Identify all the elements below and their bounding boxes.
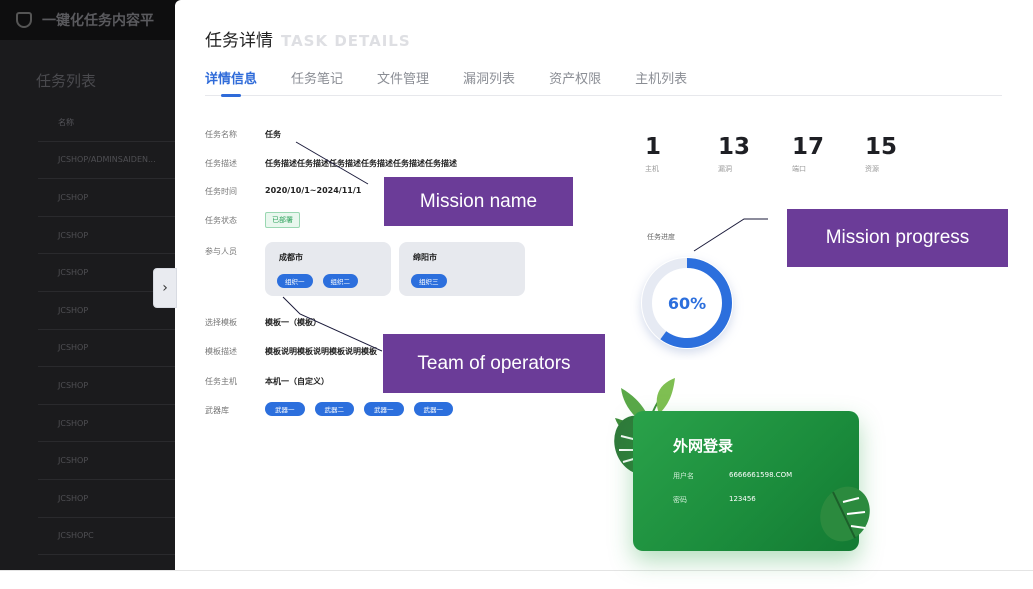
table-row[interactable]: JCSHOP	[38, 330, 183, 368]
team-members: 组织三	[411, 274, 447, 288]
drawer-title-cn: 任务详情	[205, 31, 273, 51]
host-value: 本机一（自定义）	[265, 377, 329, 386]
stat-value: 17	[792, 134, 825, 160]
template-value: 模板一（模板）	[265, 318, 321, 327]
team-card: 绵阳市 组织三	[399, 242, 525, 296]
stat-hosts: 1 主机	[645, 134, 661, 174]
status-badge: 已部署	[265, 212, 300, 228]
tab-vulnerabilities[interactable]: 漏洞列表	[463, 68, 515, 96]
login-user-value: 6666661598.COM	[729, 471, 793, 479]
tab-details[interactable]: 详情信息	[205, 68, 257, 97]
monstera-leaf-icon	[820, 486, 870, 542]
task-desc-value: 任务描述任务描述任务描述任务描述任务描述任务描述	[265, 159, 457, 168]
stat-vulnerabilities: 13 漏洞	[718, 134, 750, 174]
task-details-drawer: 任务详情 TASK DETAILS 详情信息 任务笔记 文件管理 漏洞列表 资产…	[175, 0, 1023, 570]
background-app-title: 一键化任务内容平	[42, 13, 154, 29]
stat-label: 端口	[792, 165, 806, 173]
login-card-title: 外网登录	[673, 437, 734, 455]
background-task-list: 名称 JCSHOP/ADMINSAIDEN... JCSHOP JCSHOP J…	[38, 104, 183, 556]
table-row[interactable]: JCSHOPC	[38, 518, 183, 556]
tab-files[interactable]: 文件管理	[377, 68, 429, 96]
team-members: 组织一 组织二	[277, 274, 358, 288]
task-name-value: 任务	[265, 130, 281, 139]
stat-label: 资源	[865, 165, 879, 173]
tab-asset-permissions[interactable]: 资产权限	[549, 68, 601, 96]
stat-value: 1	[645, 134, 662, 160]
team-card: 成都市 组织一 组织二	[265, 242, 391, 296]
annotation-team-of-operators: Team of operators	[383, 334, 605, 393]
login-pass-value: 123456	[729, 495, 756, 503]
weapon-pill[interactable]: 武器一	[265, 402, 305, 416]
login-user-label: 用户名	[673, 472, 694, 480]
stat-value: 13	[718, 134, 751, 160]
member-pill[interactable]: 组织三	[411, 274, 447, 288]
tab-notes[interactable]: 任务笔记	[291, 68, 343, 96]
progress-percent-text: 60%	[668, 294, 706, 313]
weapons-label: 武器库	[205, 406, 229, 415]
host-label: 任务主机	[205, 377, 237, 386]
stat-resources: 15 资源	[865, 134, 897, 174]
table-row[interactable]: JCSHOP	[38, 480, 183, 518]
template-desc-label: 模板描述	[205, 347, 237, 356]
table-row[interactable]: JCSHOP	[38, 217, 183, 255]
table-row[interactable]: JCSHOP	[38, 442, 183, 480]
table-row[interactable]: JCSHOP/ADMINSAIDEN...	[38, 142, 183, 180]
annotation-mission-progress: Mission progress	[787, 209, 1008, 267]
task-time-label: 任务时间	[205, 187, 237, 196]
background-topbar: 一键化任务内容平	[0, 0, 185, 40]
table-row[interactable]: JCSHOP	[38, 405, 183, 443]
stat-label: 主机	[645, 165, 659, 173]
weapon-pill[interactable]: 武器二	[314, 402, 354, 416]
shield-logo-icon	[16, 12, 32, 28]
tab-hosts[interactable]: 主机列表	[635, 68, 687, 96]
annotation-mission-name: Mission name	[384, 177, 573, 226]
member-pill[interactable]: 组织一	[277, 274, 313, 288]
weapon-list: 武器一 武器二 武器一 武器一	[265, 402, 453, 416]
table-row[interactable]: JCSHOP	[38, 367, 183, 405]
member-pill[interactable]: 组织二	[322, 274, 358, 288]
members-label: 参与人员	[205, 247, 237, 256]
progress-label: 任务进度	[647, 233, 675, 241]
team-city: 成都市	[279, 253, 303, 262]
task-desc-label: 任务描述	[205, 159, 237, 168]
team-city: 绵阳市	[413, 253, 437, 262]
task-name-label: 任务名称	[205, 130, 237, 139]
table-header: 名称	[38, 104, 183, 142]
stat-value: 15	[865, 134, 898, 160]
template-label: 选择模板	[205, 318, 237, 327]
stat-label: 漏洞	[718, 165, 732, 173]
drawer-collapse-button[interactable]: ›	[153, 268, 177, 308]
drawer-title: 任务详情 TASK DETAILS	[205, 26, 411, 51]
stat-ports: 17 端口	[792, 134, 824, 174]
bottom-divider	[0, 570, 1033, 571]
login-pass-label: 密码	[673, 496, 687, 504]
drawer-title-en: TASK DETAILS	[281, 32, 411, 50]
screenshot-canvas: 一键化任务内容平 任务列表 名称 JCSHOP/ADMINSAIDEN... J…	[0, 0, 1033, 589]
task-time-value: 2020/10/1~2024/11/1	[265, 186, 362, 195]
progress-donut-svg: 60%	[641, 257, 733, 349]
task-status-label: 任务状态	[205, 216, 237, 225]
table-row[interactable]: JCSHOP	[38, 179, 183, 217]
chevron-right-icon: ›	[162, 280, 168, 296]
background-list-title: 任务列表	[36, 72, 97, 90]
detail-tabs: 详情信息 任务笔记 文件管理 漏洞列表 资产权限 主机列表	[205, 68, 1002, 97]
progress-donut: 60%	[627, 250, 747, 360]
weapon-pill[interactable]: 武器一	[413, 402, 453, 416]
weapon-pill[interactable]: 武器一	[364, 402, 404, 416]
template-desc-value: 模板说明模板说明模板说明模板	[265, 347, 377, 356]
